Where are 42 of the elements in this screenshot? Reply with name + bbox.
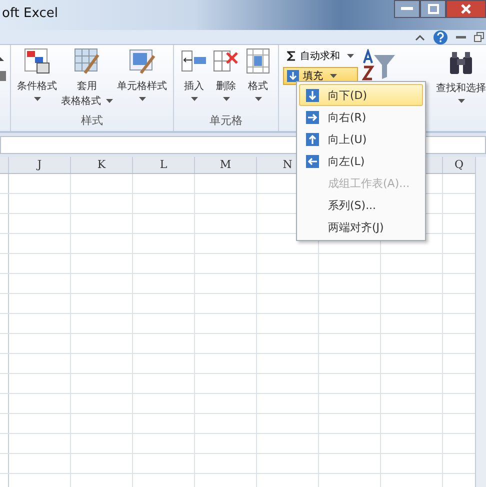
column-header[interactable]: L [133, 157, 195, 173]
ribbon-button[interactable]: 格式 [242, 45, 274, 113]
minimize-icon[interactable] [456, 33, 466, 41]
sort-filter-icon[interactable] [362, 49, 396, 81]
menu-item[interactable]: 系列(S)... [299, 194, 423, 216]
colored-grid-icon [23, 47, 51, 75]
column-header[interactable]: J [9, 157, 71, 173]
autosum-button[interactable]: 自动求和 [283, 47, 358, 65]
menu-item[interactable]: 向上(U) [299, 128, 423, 150]
menu-item[interactable]: 向下(D) [299, 84, 423, 106]
ribbon-button[interactable]: 套用 表格格式 [59, 45, 115, 113]
close-button[interactable] [446, 0, 486, 18]
binoculars-icon [447, 49, 475, 77]
grid-brush-icon [73, 47, 101, 75]
vertical-scrollbar[interactable] [475, 157, 486, 487]
group-label: 样式 [80, 113, 104, 129]
ribbon-button[interactable]: 删除 [210, 45, 242, 113]
window-title: oft Excel [1, 5, 58, 21]
group-label: 单元格 [208, 113, 244, 129]
arrow-icon [306, 88, 318, 102]
grid-brush-icon [128, 47, 156, 75]
ribbon-button[interactable]: 条件格式 [15, 45, 59, 113]
sigma-icon [287, 51, 296, 61]
column-header[interactable]: K [71, 157, 133, 173]
minimize-icon [401, 7, 413, 11]
restore-icon[interactable] [474, 32, 484, 42]
collapse-ribbon-icon[interactable] [415, 34, 425, 40]
menu-item[interactable]: 向右(R) [299, 106, 423, 128]
arrow-icon [306, 110, 318, 124]
minimize-button[interactable] [394, 0, 420, 18]
maximize-button[interactable] [420, 0, 446, 18]
help-icon[interactable] [433, 30, 448, 44]
ribbon-button[interactable]: 单元格样式 [115, 45, 169, 113]
arrow-icon [306, 154, 318, 168]
ribbon-button[interactable]: 插入 [178, 45, 210, 113]
grid-icon [244, 47, 272, 75]
maximize-icon [428, 4, 438, 14]
arrow-icon [306, 132, 318, 146]
menu-item[interactable]: 两端对齐(J) [299, 216, 423, 238]
column-header[interactable]: M [195, 157, 257, 173]
find-select-button[interactable]: 查找和选择 [434, 47, 486, 105]
close-icon [460, 3, 472, 15]
